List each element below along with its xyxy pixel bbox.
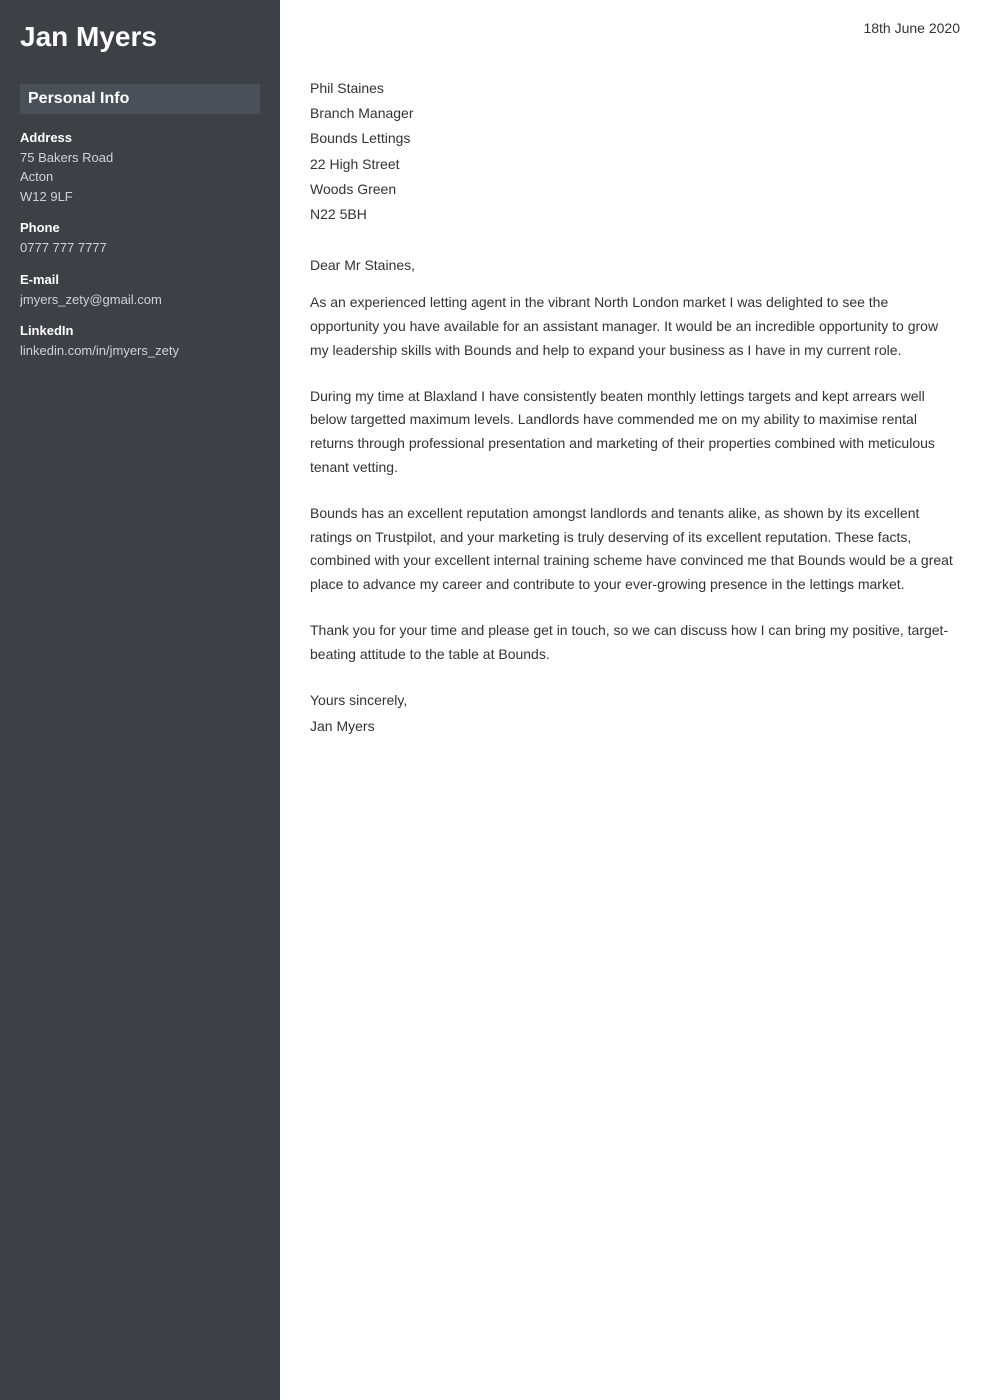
recipient-name: Phil Staines [310,76,960,101]
address-label: Address [20,130,260,145]
linkedin-label: LinkedIn [20,323,260,338]
address-line-2: Acton [20,167,260,187]
recipient-area: Woods Green [310,177,960,202]
email-value: jmyers_zety@gmail.com [20,290,260,310]
linkedin-value: linkedin.com/in/jmyers_zety [20,341,260,361]
paragraph-4: Thank you for your time and please get i… [310,619,960,667]
main-content: 18th June 2020 Phil Staines Branch Manag… [280,0,990,1400]
letter-closing: Yours sincerely, [310,688,960,713]
recipient-street: 22 High Street [310,152,960,177]
email-section: E-mail jmyers_zety@gmail.com [20,272,260,310]
phone-value: 0777 777 7777 [20,238,260,258]
paragraph-2: During my time at Blaxland I have consis… [310,385,960,480]
recipient-company: Bounds Lettings [310,126,960,151]
address-section: Address 75 Bakers Road Acton W12 9LF [20,130,260,207]
paragraph-3: Bounds has an excellent reputation among… [310,502,960,597]
phone-label: Phone [20,220,260,235]
closing-block: Yours sincerely, Jan Myers [310,688,960,738]
linkedin-section: LinkedIn linkedin.com/in/jmyers_zety [20,323,260,361]
phone-section: Phone 0777 777 7777 [20,220,260,258]
recipient-block: Phil Staines Branch Manager Bounds Letti… [310,76,960,227]
letter-greeting: Dear Mr Staines, [310,257,960,273]
sidebar: Jan Myers Personal Info Address 75 Baker… [0,0,280,1400]
email-label: E-mail [20,272,260,287]
address-line-1: 75 Bakers Road [20,148,260,168]
letter-date: 18th June 2020 [310,20,960,36]
recipient-title: Branch Manager [310,101,960,126]
letter-sign-name: Jan Myers [310,714,960,739]
paragraph-1: As an experienced letting agent in the v… [310,291,960,362]
applicant-name: Jan Myers [20,20,260,54]
personal-info-heading: Personal Info [20,84,260,114]
address-line-3: W12 9LF [20,187,260,207]
recipient-postcode: N22 5BH [310,202,960,227]
